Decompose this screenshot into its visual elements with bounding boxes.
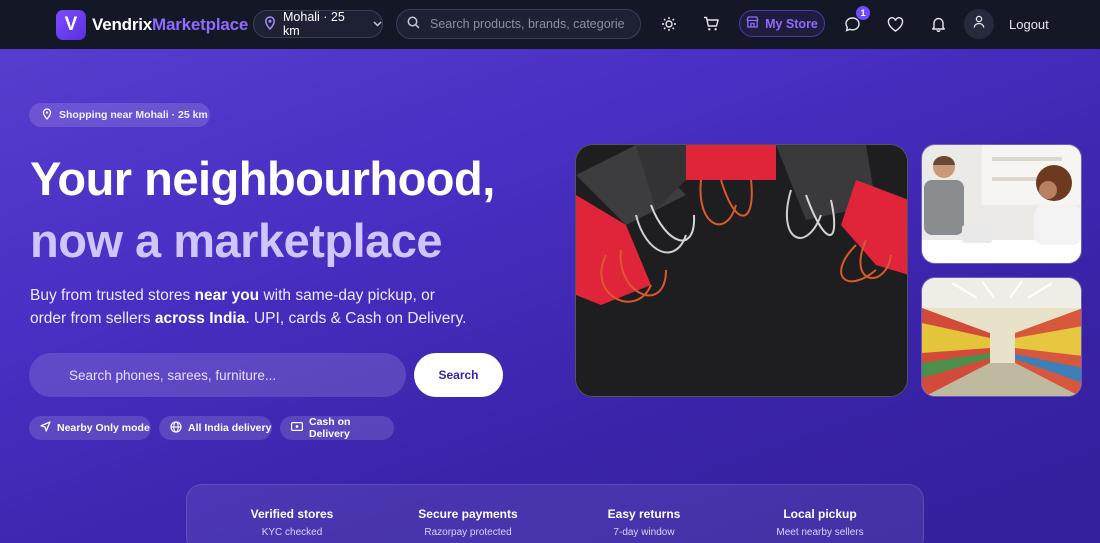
hero-search-input[interactable] [69,367,389,383]
feature-title: Easy returns [607,507,681,521]
supermarket-aisle-image [921,277,1082,397]
feature-subtitle: 7-day window [613,527,675,538]
brand-name[interactable]: VendrixMarketplace [92,15,248,35]
messages-badge: 1 [856,6,870,20]
map-pin-icon [42,107,52,123]
chevron-down-icon [373,19,382,30]
my-store-label: My Store [765,16,818,31]
location-selector[interactable]: Mohali · 25 km [253,10,383,38]
feature-subtitle: Meet nearby sellers [776,527,864,538]
location-label: Mohali · 25 km [283,10,345,38]
cart-icon[interactable] [701,14,721,34]
feature-item: Secure payments Razorpay protected [388,507,548,538]
subtitle-text: . UPI, cards & Cash on Delivery. [245,310,467,327]
feature-title: Secure payments [418,507,518,521]
logo-icon[interactable]: V [56,9,86,40]
shopkeeper-image [921,144,1082,264]
heart-icon[interactable] [885,14,905,34]
map-pin-icon [264,15,276,33]
nav-search-bar [396,9,641,39]
nav-search-input[interactable] [430,17,625,31]
chip-label: Nearby Only mode [57,422,150,434]
my-store-button[interactable]: My Store [739,10,825,37]
feature-item: Easy returns 7-day window [564,507,724,538]
hero-search-bar [29,353,406,397]
feature-subtitle: Razorpay protected [424,527,512,538]
shopping-bags-image [575,144,908,397]
theme-icon[interactable] [659,14,679,34]
bell-icon[interactable] [928,14,948,34]
subtitle-bold-india: across India [154,310,246,327]
navigation-icon [40,421,51,435]
location-chip: Shopping near Mohali · 25 km [29,103,210,127]
chip-label: All India delivery [188,422,272,434]
feature-item: Verified stores KYC checked [212,507,372,538]
location-chip-label: Shopping near Mohali · 25 km [59,109,208,121]
store-icon [746,16,759,31]
features-bar: Verified stores KYC checked Secure payme… [186,484,924,543]
headline-line2: now a marketplace [30,214,443,267]
subtitle-bold-near: near you [194,287,260,304]
feature-item: Local pickup Meet nearby sellers [740,507,900,538]
top-navbar: V VendrixMarketplace Mohali · 25 km My S… [0,0,1100,49]
cash-icon [291,422,304,434]
chip-nearby-only[interactable]: Nearby Only mode [29,416,151,440]
brand-name-part1: Vendrix [92,14,153,34]
chip-cash-on-delivery[interactable]: Cash on Delivery [280,416,394,440]
search-icon [407,16,420,32]
hero-subtitle: Buy from trusted stores near you with sa… [30,284,470,330]
subtitle-text: Buy from trusted stores [30,287,195,304]
feature-subtitle: KYC checked [261,527,323,538]
headline-line1: Your neighbourhood, [30,152,495,205]
chip-all-india[interactable]: All India delivery [159,416,272,440]
feature-title: Verified stores [250,507,334,521]
globe-icon [170,420,182,436]
search-button[interactable]: Search [414,353,503,397]
brand-name-part2: Marketplace [152,14,249,34]
user-avatar[interactable] [964,9,994,39]
logout-link[interactable]: Logout [1009,17,1049,32]
feature-title: Local pickup [783,507,857,521]
user-icon [973,15,985,33]
hero-headline: Your neighbourhood, now a marketplace [30,148,495,272]
chip-label: Cash on Delivery [309,416,351,440]
